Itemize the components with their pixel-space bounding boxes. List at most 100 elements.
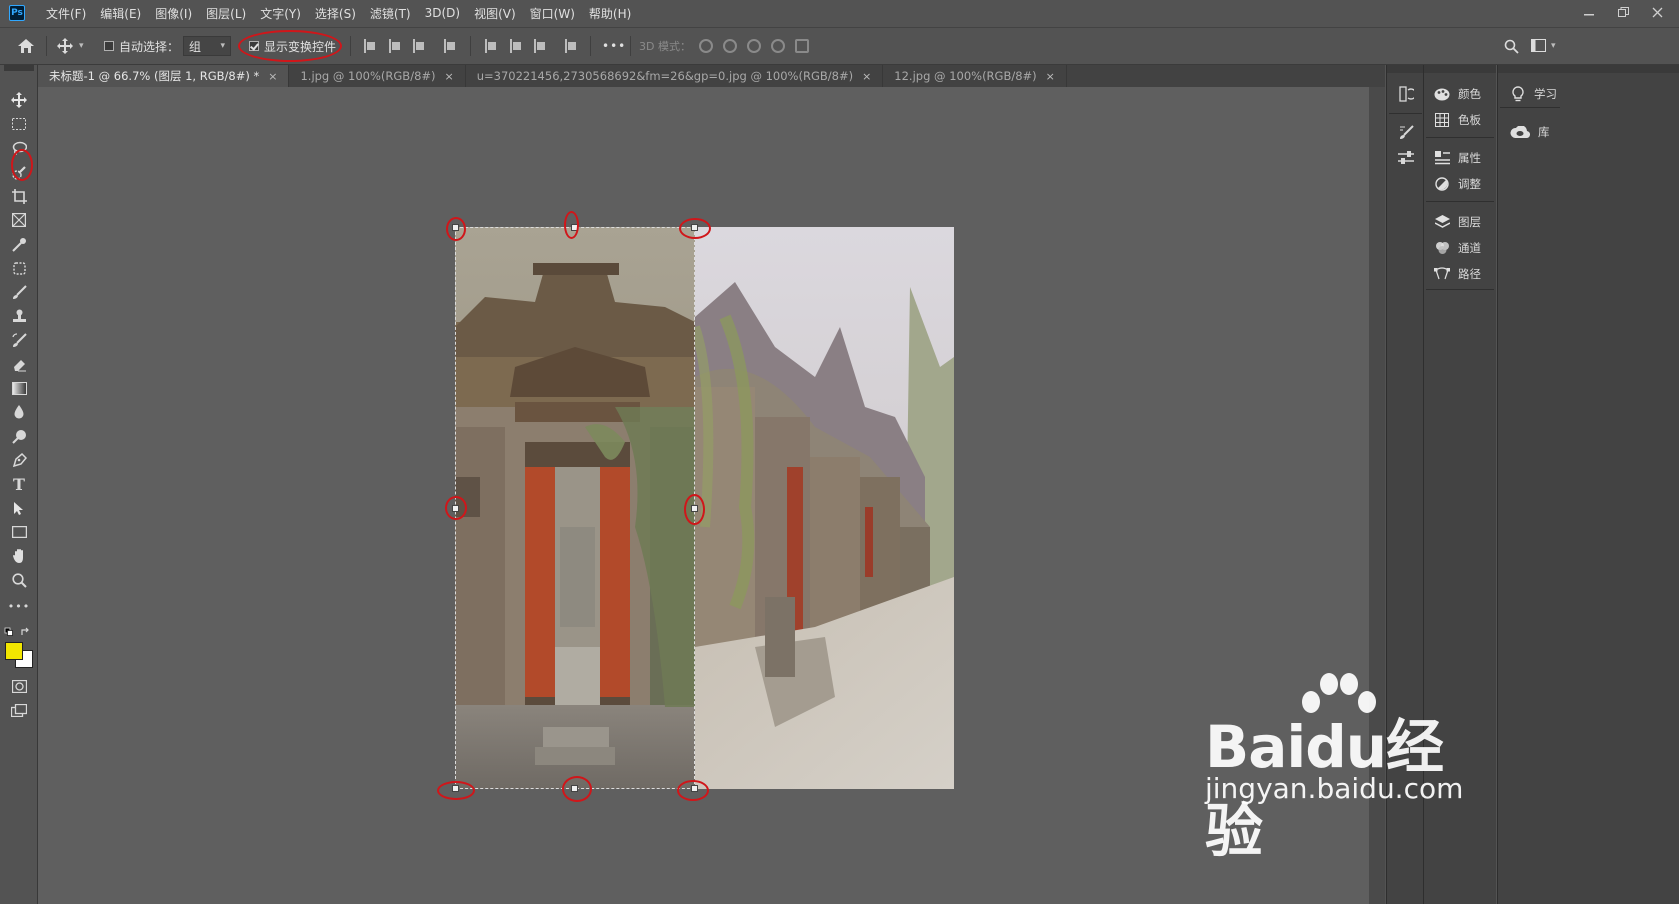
annotation-circle-move-tool [11,149,33,181]
panel-libraries[interactable]: 库 [1510,121,1550,143]
menu-help[interactable]: 帮助(H) [582,5,638,22]
hutong-street-image[interactable] [695,227,954,789]
eyedropper-tool-icon[interactable] [10,235,28,253]
panel-adjustments[interactable]: 调整 [1434,173,1481,195]
tab-12-jpg[interactable]: 12.jpg @ 100%(RGB/8#) × [883,65,1067,87]
gradient-tool-icon[interactable] [10,379,28,397]
align-left-icon[interactable] [364,39,376,53]
panel-label: 学习 [1534,87,1557,101]
history-brush-tool-icon[interactable] [10,331,28,349]
panel-layers[interactable]: 图层 [1434,211,1481,233]
align-middle-v-icon[interactable] [510,39,522,53]
restore-icon[interactable] [1606,0,1640,24]
close-window-icon[interactable] [1640,0,1674,24]
move-tool-preset-icon[interactable]: ▾ [57,28,84,64]
divider [590,36,591,56]
more-options-button[interactable]: ••• [602,28,626,64]
home-icon[interactable] [17,28,35,64]
eraser-tool-icon[interactable] [10,355,28,373]
auto-select-checkbox[interactable]: 自动选择： [104,28,179,64]
panel-label: 调整 [1458,177,1481,191]
auto-select-dropdown[interactable]: 组 ▾ [183,28,231,64]
healing-brush-tool-icon[interactable] [10,259,28,277]
panel-color[interactable]: 颜色 [1434,83,1481,105]
quick-mask-icon[interactable] [10,677,28,695]
menu-window[interactable]: 窗口(W) [523,5,582,22]
workspace-switcher-icon[interactable]: ▾ [1531,28,1556,64]
align-center-h-icon[interactable] [389,39,401,53]
frame-tool-icon[interactable] [10,211,28,229]
dodge-tool-icon[interactable] [10,427,28,445]
panel-label: 图层 [1458,215,1481,229]
menu-select[interactable]: 选择(S) [308,5,363,22]
chevron-down-icon: ▾ [79,41,84,51]
blur-tool-icon[interactable] [10,403,28,421]
move-tool-icon[interactable] [10,91,28,109]
tab-label: 12.jpg @ 100%(RGB/8#) [894,69,1037,83]
tab-1-jpg[interactable]: 1.jpg @ 100%(RGB/8#) × [289,65,466,87]
panel-swatches[interactable]: 色板 [1434,109,1481,131]
tab-label: u=370221456,2730568692&fm=26&gp=0.jpg @ … [476,69,854,83]
panel-label: 路径 [1458,267,1481,281]
tab-u-jpg[interactable]: u=370221456,2730568692&fm=26&gp=0.jpg @ … [465,65,884,87]
edit-toolbar-icon[interactable]: ••• [8,597,29,615]
rectangle-tool-icon[interactable] [10,523,28,541]
tab-untitled-1[interactable]: 未标题-1 @ 66.7% (图层 1, RGB/8#) * × [38,65,290,87]
3d-orbit-icon[interactable] [699,39,713,53]
menu-edit[interactable]: 编辑(E) [93,5,148,22]
panel-grip[interactable] [1424,65,1496,73]
panel-properties[interactable]: 属性 [1434,147,1481,169]
creative-cloud-libraries-icon [1510,124,1530,140]
menu-image[interactable]: 图像(I) [148,5,199,22]
menu-3d[interactable]: 3D(D) [418,6,467,20]
menu-file[interactable]: 文件(F) [39,5,93,22]
hand-tool-icon[interactable] [10,547,28,565]
panel-paths[interactable]: 路径 [1434,263,1481,285]
panel-label: 颜色 [1458,87,1481,101]
close-icon[interactable]: × [1046,70,1055,83]
menu-filter[interactable]: 滤镜(T) [363,5,418,22]
align-top-icon[interactable] [485,39,497,53]
default-colors-icon[interactable] [4,623,30,641]
3d-roll-icon[interactable] [723,39,737,53]
panel-grip[interactable] [1498,65,1679,73]
close-icon[interactable]: × [862,70,871,83]
pen-tool-icon[interactable] [10,451,28,469]
chevron-down-icon: ▾ [220,41,225,51]
distribute-h-icon[interactable] [444,39,456,53]
checkbox-box[interactable] [104,41,114,51]
auto-select-select[interactable]: 组 ▾ [183,36,231,56]
tool-presets-panel-icon[interactable] [1397,149,1415,167]
marquee-tool-icon[interactable] [10,115,28,133]
panel-learn[interactable]: 学习 [1510,83,1557,105]
history-panel-icon[interactable] [1397,85,1415,103]
align-bottom-icon[interactable] [534,39,546,53]
annotation-circle-bottom-center [562,776,592,802]
panel-grip[interactable] [1387,65,1423,73]
minimize-icon[interactable] [1572,0,1606,24]
align-right-icon[interactable] [413,39,425,53]
path-selection-tool-icon[interactable] [10,499,28,517]
close-icon[interactable]: × [268,70,277,83]
distribute-v-icon[interactable] [565,39,577,53]
menu-layer[interactable]: 图层(L) [199,5,253,22]
hutong-gate-image[interactable] [455,227,695,789]
baidu-jingyan-watermark: Baidu经验 jingyan.baidu.com [1205,672,1495,865]
3d-pan-icon[interactable] [747,39,761,53]
crop-tool-icon[interactable] [10,187,28,205]
panel-grip[interactable] [4,65,34,71]
menu-view[interactable]: 视图(V) [467,5,523,22]
foreground-color-swatch[interactable] [5,642,23,660]
3d-slide-icon[interactable] [771,39,785,53]
type-tool-icon[interactable]: T [10,475,28,494]
brush-settings-panel-icon[interactable] [1397,123,1415,141]
panel-channels[interactable]: 通道 [1434,237,1481,259]
search-icon[interactable] [1504,28,1519,64]
3d-camera-icon[interactable] [795,39,809,53]
clone-stamp-tool-icon[interactable] [10,307,28,325]
close-icon[interactable]: × [445,70,454,83]
menu-type[interactable]: 文字(Y) [253,5,308,22]
screen-mode-icon[interactable] [10,701,28,719]
brush-tool-icon[interactable] [10,283,28,301]
zoom-tool-icon[interactable] [10,571,28,589]
